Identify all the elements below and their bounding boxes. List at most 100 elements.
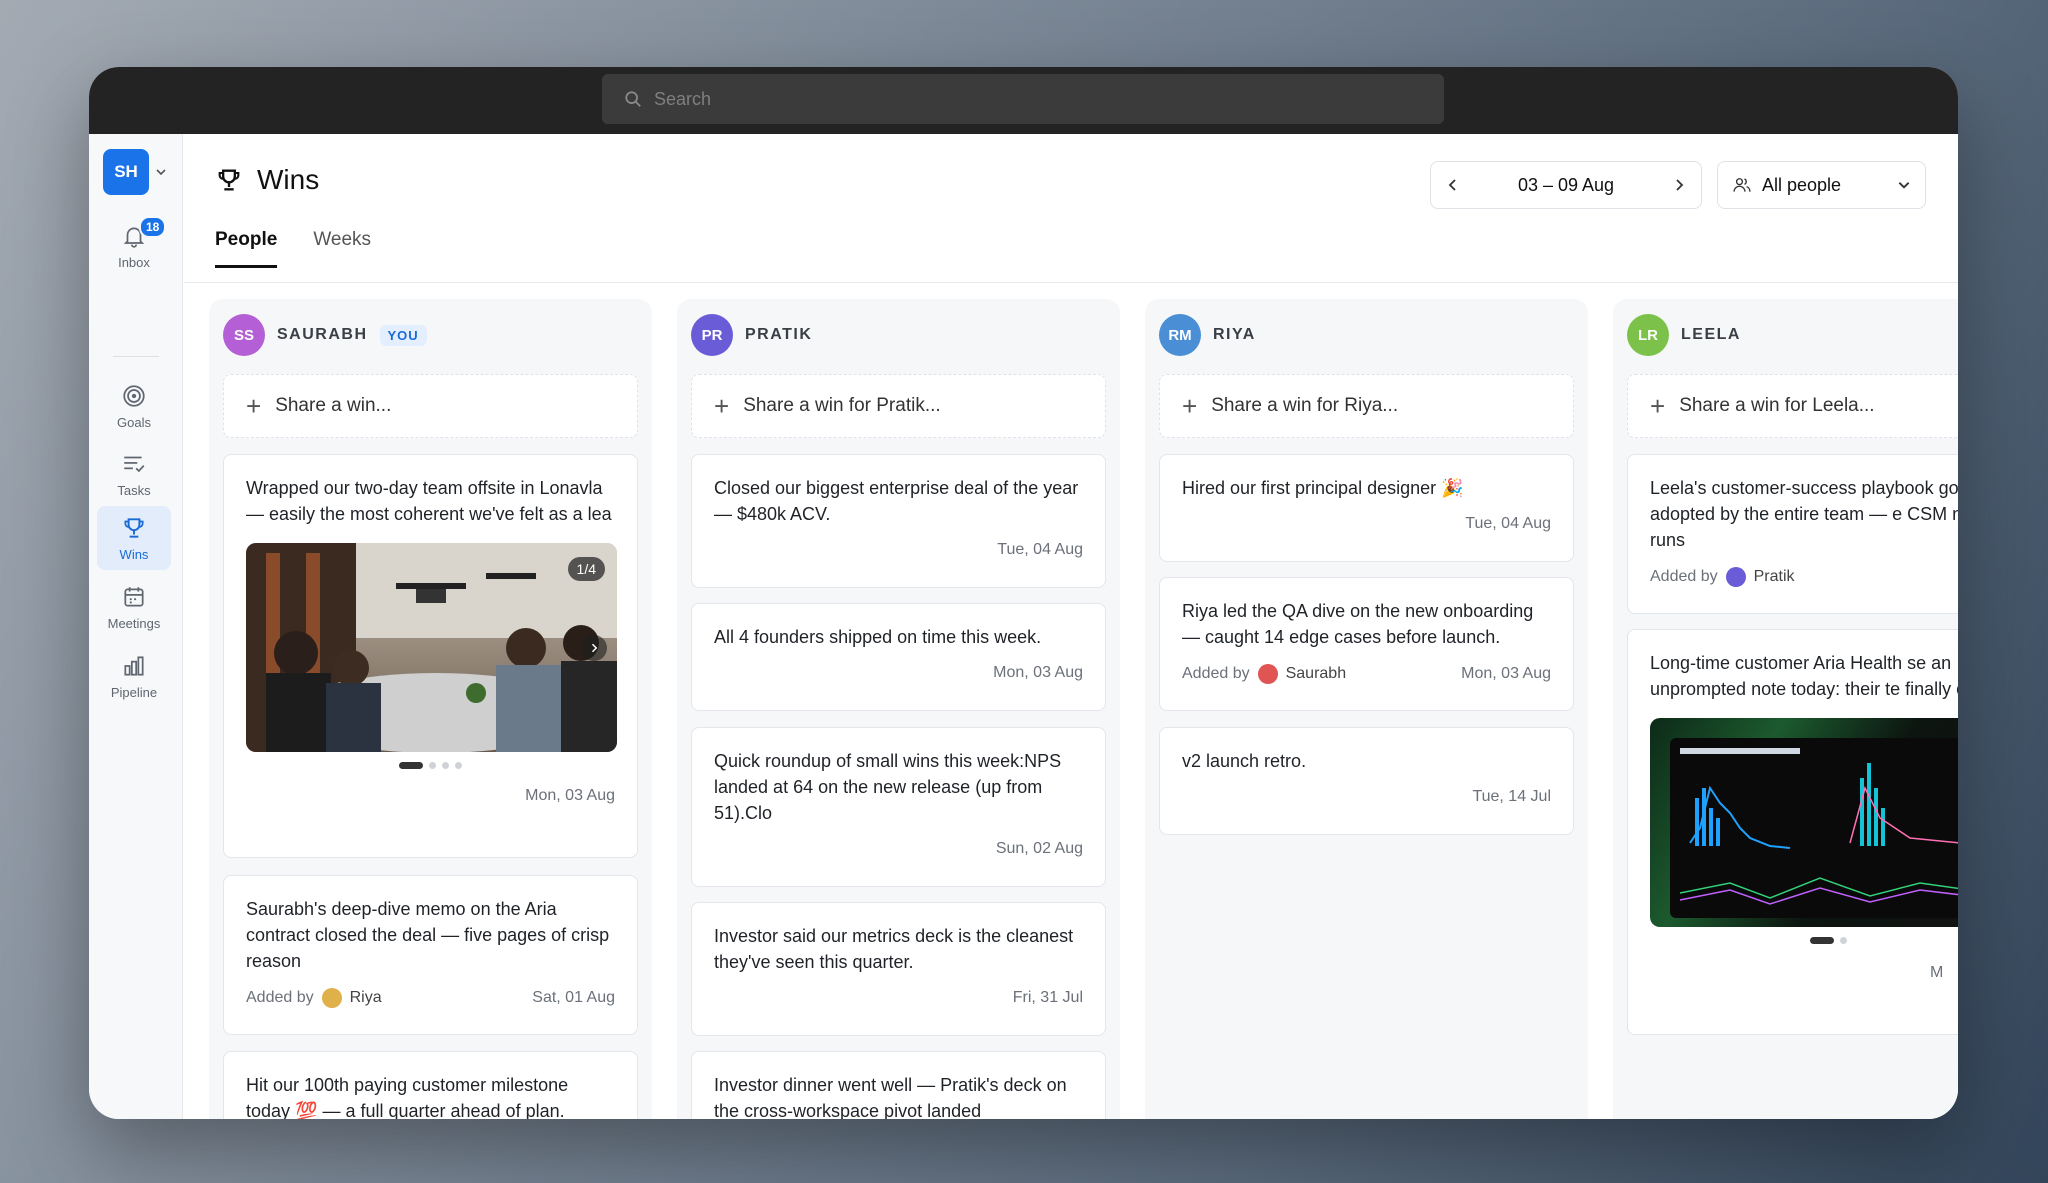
column-header: LR LEELA: [1627, 314, 1741, 356]
win-card[interactable]: Wrapped our two-day team offsite in Lona…: [223, 454, 638, 858]
sidebar-item-meetings[interactable]: Meetings: [97, 575, 171, 639]
win-text: Investor said our metrics deck is the cl…: [714, 926, 1074, 972]
sidebar-item-label: Tasks: [117, 482, 151, 498]
win-card[interactable]: Quick roundup of small wins this week:NP…: [691, 727, 1106, 887]
share-win-input[interactable]: + Share a win...: [223, 374, 638, 438]
win-card[interactable]: Hit our 100th paying customer milestone …: [223, 1051, 638, 1119]
win-text: Long-time customer Aria Health se an unp…: [1650, 653, 1958, 699]
person-column-saurabh: SS SAURABH YOU + Share a win... Wrapped …: [209, 299, 652, 1119]
app-window: Search SH 18 Inbox Goals Tasks Wins Meet…: [89, 67, 1958, 1119]
win-card[interactable]: Long-time customer Aria Health se an unp…: [1627, 629, 1958, 1035]
carousel-dot[interactable]: [429, 762, 436, 769]
plus-icon: +: [1650, 391, 1666, 421]
sidebar-item-pipeline[interactable]: Pipeline: [97, 644, 171, 708]
win-date: M: [1930, 964, 1944, 981]
chevron-down-icon[interactable]: [155, 166, 167, 178]
carousel-dot[interactable]: [1840, 937, 1847, 944]
added-by-label: Added by: [1650, 568, 1718, 585]
week-range-label[interactable]: 03 – 09 Aug: [1518, 175, 1614, 196]
sidebar-item-label: Pipeline: [110, 684, 158, 700]
win-card[interactable]: Riya led the QA dive on the new onboardi…: [1159, 577, 1574, 711]
added-by: Added by Saurabh: [1182, 664, 1346, 684]
added-by: Added by Riya: [246, 988, 382, 1008]
chevron-left-icon[interactable]: [1445, 177, 1461, 193]
win-card[interactable]: All 4 founders shipped on time this week…: [691, 603, 1106, 711]
person-column-leela: LR LEELA + Share a win for Leela... Leel…: [1613, 299, 1958, 1119]
page-header: Wins: [215, 164, 319, 196]
sidebar-divider: [113, 356, 159, 357]
chevron-right-icon: [591, 643, 598, 653]
plus-icon: +: [714, 391, 730, 421]
added-by-name: Saurabh: [1285, 665, 1347, 682]
sidebar-item-inbox[interactable]: 18 Inbox: [97, 214, 171, 278]
win-card[interactable]: Hired our first principal designer 🎉 Tue…: [1159, 454, 1574, 562]
card-footer: Mon, 03 Aug: [246, 787, 615, 805]
win-text: Riya led the QA dive on the new onboardi…: [1182, 601, 1534, 647]
person-name: PRATIK: [745, 326, 813, 343]
page-title: Wins: [257, 164, 320, 195]
win-card[interactable]: v2 launch retro. Tue, 14 Jul: [1159, 727, 1574, 835]
trophy-icon: [124, 517, 144, 538]
analytics-screenshot-image[interactable]: [1650, 718, 1958, 927]
win-date: Mon, 03 Aug: [525, 787, 615, 804]
win-date: Mon, 03 Aug: [993, 664, 1083, 681]
person-column-pratik: PR PRATIK + Share a win for Pratik... Cl…: [677, 299, 1120, 1119]
next-photo-button[interactable]: [581, 635, 607, 661]
offsite-photo-image: [246, 543, 617, 752]
tab-weeks[interactable]: Weeks: [313, 217, 371, 268]
plus-icon: +: [1182, 391, 1198, 421]
people-filter-label: All people: [1762, 174, 1842, 195]
win-date: Sat, 01 Aug: [532, 989, 615, 1006]
added-by-name: Pratik: [1753, 568, 1795, 585]
card-footer: Added by Pratik Su: [1650, 567, 1958, 587]
carousel-dot[interactable]: [455, 762, 462, 769]
win-card[interactable]: Investor said our metrics deck is the cl…: [691, 902, 1106, 1036]
carousel-dot[interactable]: [399, 762, 423, 769]
sidebar-item-wins[interactable]: Wins: [97, 506, 171, 570]
you-badge: YOU: [379, 324, 427, 346]
trophy-icon: [218, 169, 240, 191]
win-card[interactable]: Closed our biggest enterprise deal of th…: [691, 454, 1106, 588]
search-icon: [625, 91, 641, 107]
win-text: Quick roundup of small wins this week:NP…: [714, 751, 1062, 823]
win-card[interactable]: Saurabh's deep-dive memo on the Aria con…: [223, 875, 638, 1035]
chevron-right-icon[interactable]: [1671, 177, 1687, 193]
dashboard-graphic: [1670, 738, 1958, 918]
win-text: Leela's customer-success playbook got ad…: [1650, 478, 1958, 550]
card-footer: Tue, 14 Jul: [1182, 788, 1551, 806]
win-text: v2 launch retro.: [1182, 751, 1307, 771]
main-content: Wins 03 – 09 Aug All people People Weeks…: [184, 134, 1958, 1119]
share-win-input[interactable]: + Share a win for Leela...: [1627, 374, 1958, 438]
share-win-placeholder: Share a win for Riya...: [1211, 395, 1399, 416]
win-date: Fri, 31 Jul: [1012, 989, 1083, 1006]
share-win-input[interactable]: + Share a win for Riya...: [1159, 374, 1574, 438]
chevron-down-icon: [1898, 182, 1910, 189]
card-footer: Sun, 02 Aug: [714, 840, 1083, 858]
workspace-avatar[interactable]: SH: [103, 149, 149, 195]
added-by-label: Added by: [1182, 665, 1250, 682]
win-date: Mon, 03 Aug: [1461, 665, 1551, 682]
win-photo[interactable]: 1/4: [246, 543, 617, 752]
win-date: Tue, 14 Jul: [1472, 788, 1551, 805]
global-search[interactable]: Search: [602, 74, 1444, 124]
inbox-count-badge: 18: [139, 216, 167, 238]
win-text: Closed our biggest enterprise deal of th…: [714, 478, 1079, 524]
carousel-dot[interactable]: [1810, 937, 1834, 944]
sidebar-item-label: Meetings: [107, 615, 161, 631]
share-win-input[interactable]: + Share a win for Pratik...: [691, 374, 1106, 438]
sidebar-item-goals[interactable]: Goals: [97, 374, 171, 438]
sidebar-item-tasks[interactable]: Tasks: [97, 442, 171, 506]
win-card[interactable]: Investor dinner went well — Pratik's dec…: [691, 1051, 1106, 1119]
win-card[interactable]: Leela's customer-success playbook got ad…: [1627, 454, 1958, 614]
person-name: LEELA: [1681, 326, 1741, 343]
calendar-icon: [124, 586, 144, 607]
added-by: Added by Pratik: [1650, 567, 1795, 587]
people-filter-dropdown[interactable]: All people: [1717, 161, 1926, 209]
added-by-label: Added by: [246, 989, 314, 1006]
tab-people[interactable]: People: [215, 217, 278, 268]
workspace-switcher[interactable]: SH: [103, 149, 167, 195]
person-name: SAURABH: [277, 326, 368, 343]
carousel-dot[interactable]: [442, 762, 449, 769]
card-footer: Added by Saurabh Mon, 03 Aug: [1182, 664, 1551, 684]
person-column-riya: RM RIYA + Share a win for Riya... Hired …: [1145, 299, 1588, 1119]
